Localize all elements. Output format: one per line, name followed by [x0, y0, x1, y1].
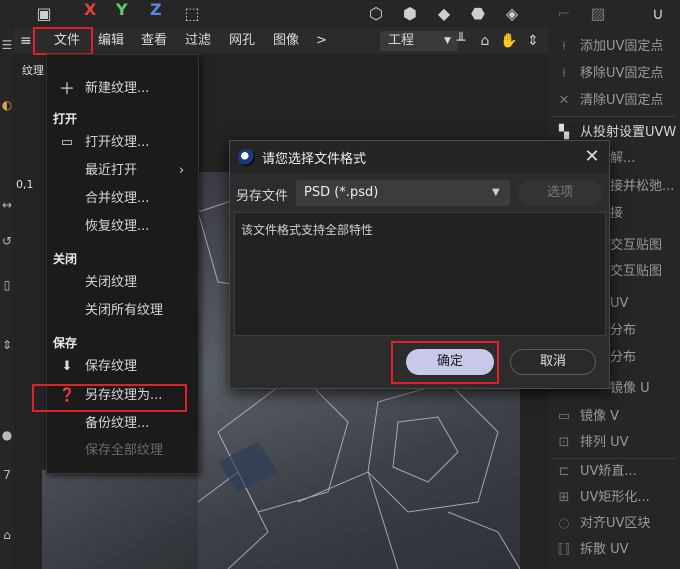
rp-item-mirror-v[interactable]: ▭ 镜像 V — [548, 404, 680, 430]
rp-item-align[interactable]: ◌ 对齐UV区块 — [548, 511, 680, 537]
menu-item-open-texture[interactable]: ▭ 打开纹理... — [47, 129, 198, 157]
paint-tool-icon[interactable]: ● — [0, 428, 14, 450]
menu-image[interactable]: 图像 — [273, 31, 299, 51]
save-as-highlight — [32, 384, 187, 412]
menu-item-restore[interactable]: 恢复纹理... — [47, 213, 198, 241]
rp-item-arrange[interactable]: ⊡ 排列 UV — [548, 430, 680, 456]
divider — [552, 116, 676, 117]
scatter-icon: ⟦⟧ — [557, 542, 571, 557]
rp-item-rectangularize[interactable]: ⊞ UV矩形化... — [548, 485, 680, 511]
point-mode-icon[interactable]: ⬡ — [362, 0, 390, 26]
format-select-value: PSD (*.psd) — [304, 185, 379, 200]
format-select[interactable]: PSD (*.psd) ▼ — [296, 180, 510, 206]
menu-mesh[interactable]: 网孔 — [229, 31, 255, 51]
menu-more[interactable]: > — [316, 31, 327, 51]
cancel-button[interactable]: 取消 — [510, 349, 596, 375]
section-close: 关闭 — [53, 252, 78, 266]
pin-remove-icon: ⍿ — [562, 66, 566, 81]
mode-dropdown-value: 工程 — [388, 33, 415, 48]
axis-y-toggle[interactable]: Y — [116, 0, 128, 19]
save-icon[interactable]: ▣ — [30, 0, 58, 26]
coordinate-readout: 0,1 — [16, 178, 34, 191]
menu-edit[interactable]: 编辑 — [98, 31, 124, 51]
model-mode-icon[interactable]: ⬣ — [464, 0, 492, 26]
format-info-text: 该文件格式支持全部特性 — [241, 223, 374, 237]
grid-icon: ⊞ — [558, 490, 570, 505]
file-menu-highlight — [33, 27, 93, 55]
menu-item-close-all[interactable]: 关闭所有纹理 — [47, 297, 198, 325]
uv-mesh-view-left — [42, 470, 198, 569]
frame-icon[interactable]: ⌐ — [550, 0, 578, 26]
histogram-icon[interactable]: ╨ — [450, 28, 472, 54]
pan-hand-icon[interactable]: ✋ — [498, 28, 520, 54]
folder-icon: ▭ — [60, 135, 74, 150]
texture-tab-label: 纹理 — [22, 64, 44, 77]
left-tool-strip: ☰ ◐ ↔ ↺ ▯ ⇕ ● 7 ⌂ — [0, 28, 14, 569]
axis-z-toggle[interactable]: Z — [150, 0, 162, 19]
menu-item-recent[interactable]: 最近打开 › — [47, 157, 198, 185]
axis-x-toggle[interactable]: X — [84, 0, 96, 19]
magnet-icon[interactable]: ∪ — [644, 0, 672, 26]
snap-icon[interactable]: ▨ — [584, 0, 612, 26]
menu-icon[interactable]: ≡ — [20, 33, 34, 49]
menu-item-merge[interactable]: 合并纹理... — [47, 185, 198, 213]
edge-mode-icon[interactable]: ⬢ — [396, 0, 424, 26]
menu-item-save-all: 保存全部纹理 — [85, 443, 164, 458]
format-info-box: 该文件格式支持全部特性 — [234, 212, 606, 336]
number-seven-icon[interactable]: 7 — [0, 468, 14, 490]
menu-item-close-texture[interactable]: 关闭纹理 — [47, 269, 198, 297]
menubar: ≡ 文件 编辑 查看 过滤 网孔 图像 > 工程 ▼ ╨ ⌂ ✋ ⇕ — [14, 28, 548, 54]
format-label: 另存文件 — [236, 189, 289, 204]
ok-button-highlight — [391, 341, 499, 384]
menu-item-save-texture[interactable]: ⬇ 保存纹理 — [47, 353, 198, 381]
mode-dropdown[interactable]: 工程 ▼ — [380, 31, 458, 51]
close-icon[interactable]: ✕ — [582, 147, 602, 167]
rp-item-clear-pin[interactable]: ✕ 清除UV固定点 — [548, 88, 680, 114]
pin-icon: ⍿ — [562, 39, 566, 54]
mirror-v-icon: ▭ — [557, 409, 571, 424]
chevron-down-icon: ▼ — [492, 187, 500, 198]
menu-item-backup[interactable]: 备份纹理... — [47, 410, 198, 438]
texture-tab[interactable]: 纹理 — [14, 60, 46, 80]
download-icon: ⬇ — [61, 359, 73, 374]
rp-item-add-pin[interactable]: ⍿ 添加UV固定点 — [548, 34, 680, 60]
x-icon: ✕ — [558, 93, 570, 108]
options-button[interactable]: 选项 — [518, 180, 602, 206]
menu-item-new-texture[interactable]: ＋ 新建纹理... — [47, 75, 198, 103]
lock-icon[interactable]: ⌂ — [474, 28, 496, 54]
menu-filter[interactable]: 过滤 — [185, 31, 211, 51]
top-toolbar: ▣ X Y Z ⬚ ⬡ ⬢ ◆ ⬣ ◈ ⌐ ▨ ∪ — [0, 0, 680, 28]
lasso-icon[interactable]: ⌂ — [0, 528, 14, 550]
box-select-icon[interactable]: ▯ — [0, 278, 14, 300]
dialog-titlebar[interactable]: 请您选择文件格式 ✕ — [230, 141, 609, 173]
dialog-title: 请您选择文件格式 — [262, 152, 367, 167]
cinema4d-logo-icon — [238, 149, 255, 166]
rotate-tool-icon[interactable]: ◐ — [0, 98, 14, 120]
coordinate-system-icon[interactable]: ⬚ — [178, 0, 206, 26]
rp-item-scatter[interactable]: ⟦⟧ 拆散 UV — [548, 537, 680, 563]
scale-tool-icon[interactable]: ⇕ — [0, 338, 14, 360]
plus-icon: ＋ — [59, 79, 76, 98]
section-open: 打开 — [53, 112, 78, 126]
align-icon: ◌ — [558, 516, 570, 531]
arrange-icon: ⊡ — [558, 435, 570, 450]
polygon-mode-icon[interactable]: ◆ — [430, 0, 458, 26]
rp-item-straighten[interactable]: ⊏ UV矫直... — [548, 459, 680, 485]
rp-item-remove-pin[interactable]: ⍿ 移除UV固定点 — [548, 61, 680, 87]
undo-rotate-icon[interactable]: ↺ — [0, 234, 14, 256]
hamburger-icon[interactable]: ☰ — [0, 38, 14, 60]
section-save: 保存 — [53, 336, 78, 350]
move-vertical-icon[interactable]: ⇕ — [522, 28, 544, 54]
chevron-right-icon: › — [179, 163, 185, 178]
straighten-icon: ⊏ — [558, 464, 570, 479]
menu-view[interactable]: 查看 — [141, 31, 167, 51]
move-tool-icon[interactable]: ↔ — [0, 198, 14, 220]
uv-mode-icon[interactable]: ◈ — [498, 0, 526, 26]
